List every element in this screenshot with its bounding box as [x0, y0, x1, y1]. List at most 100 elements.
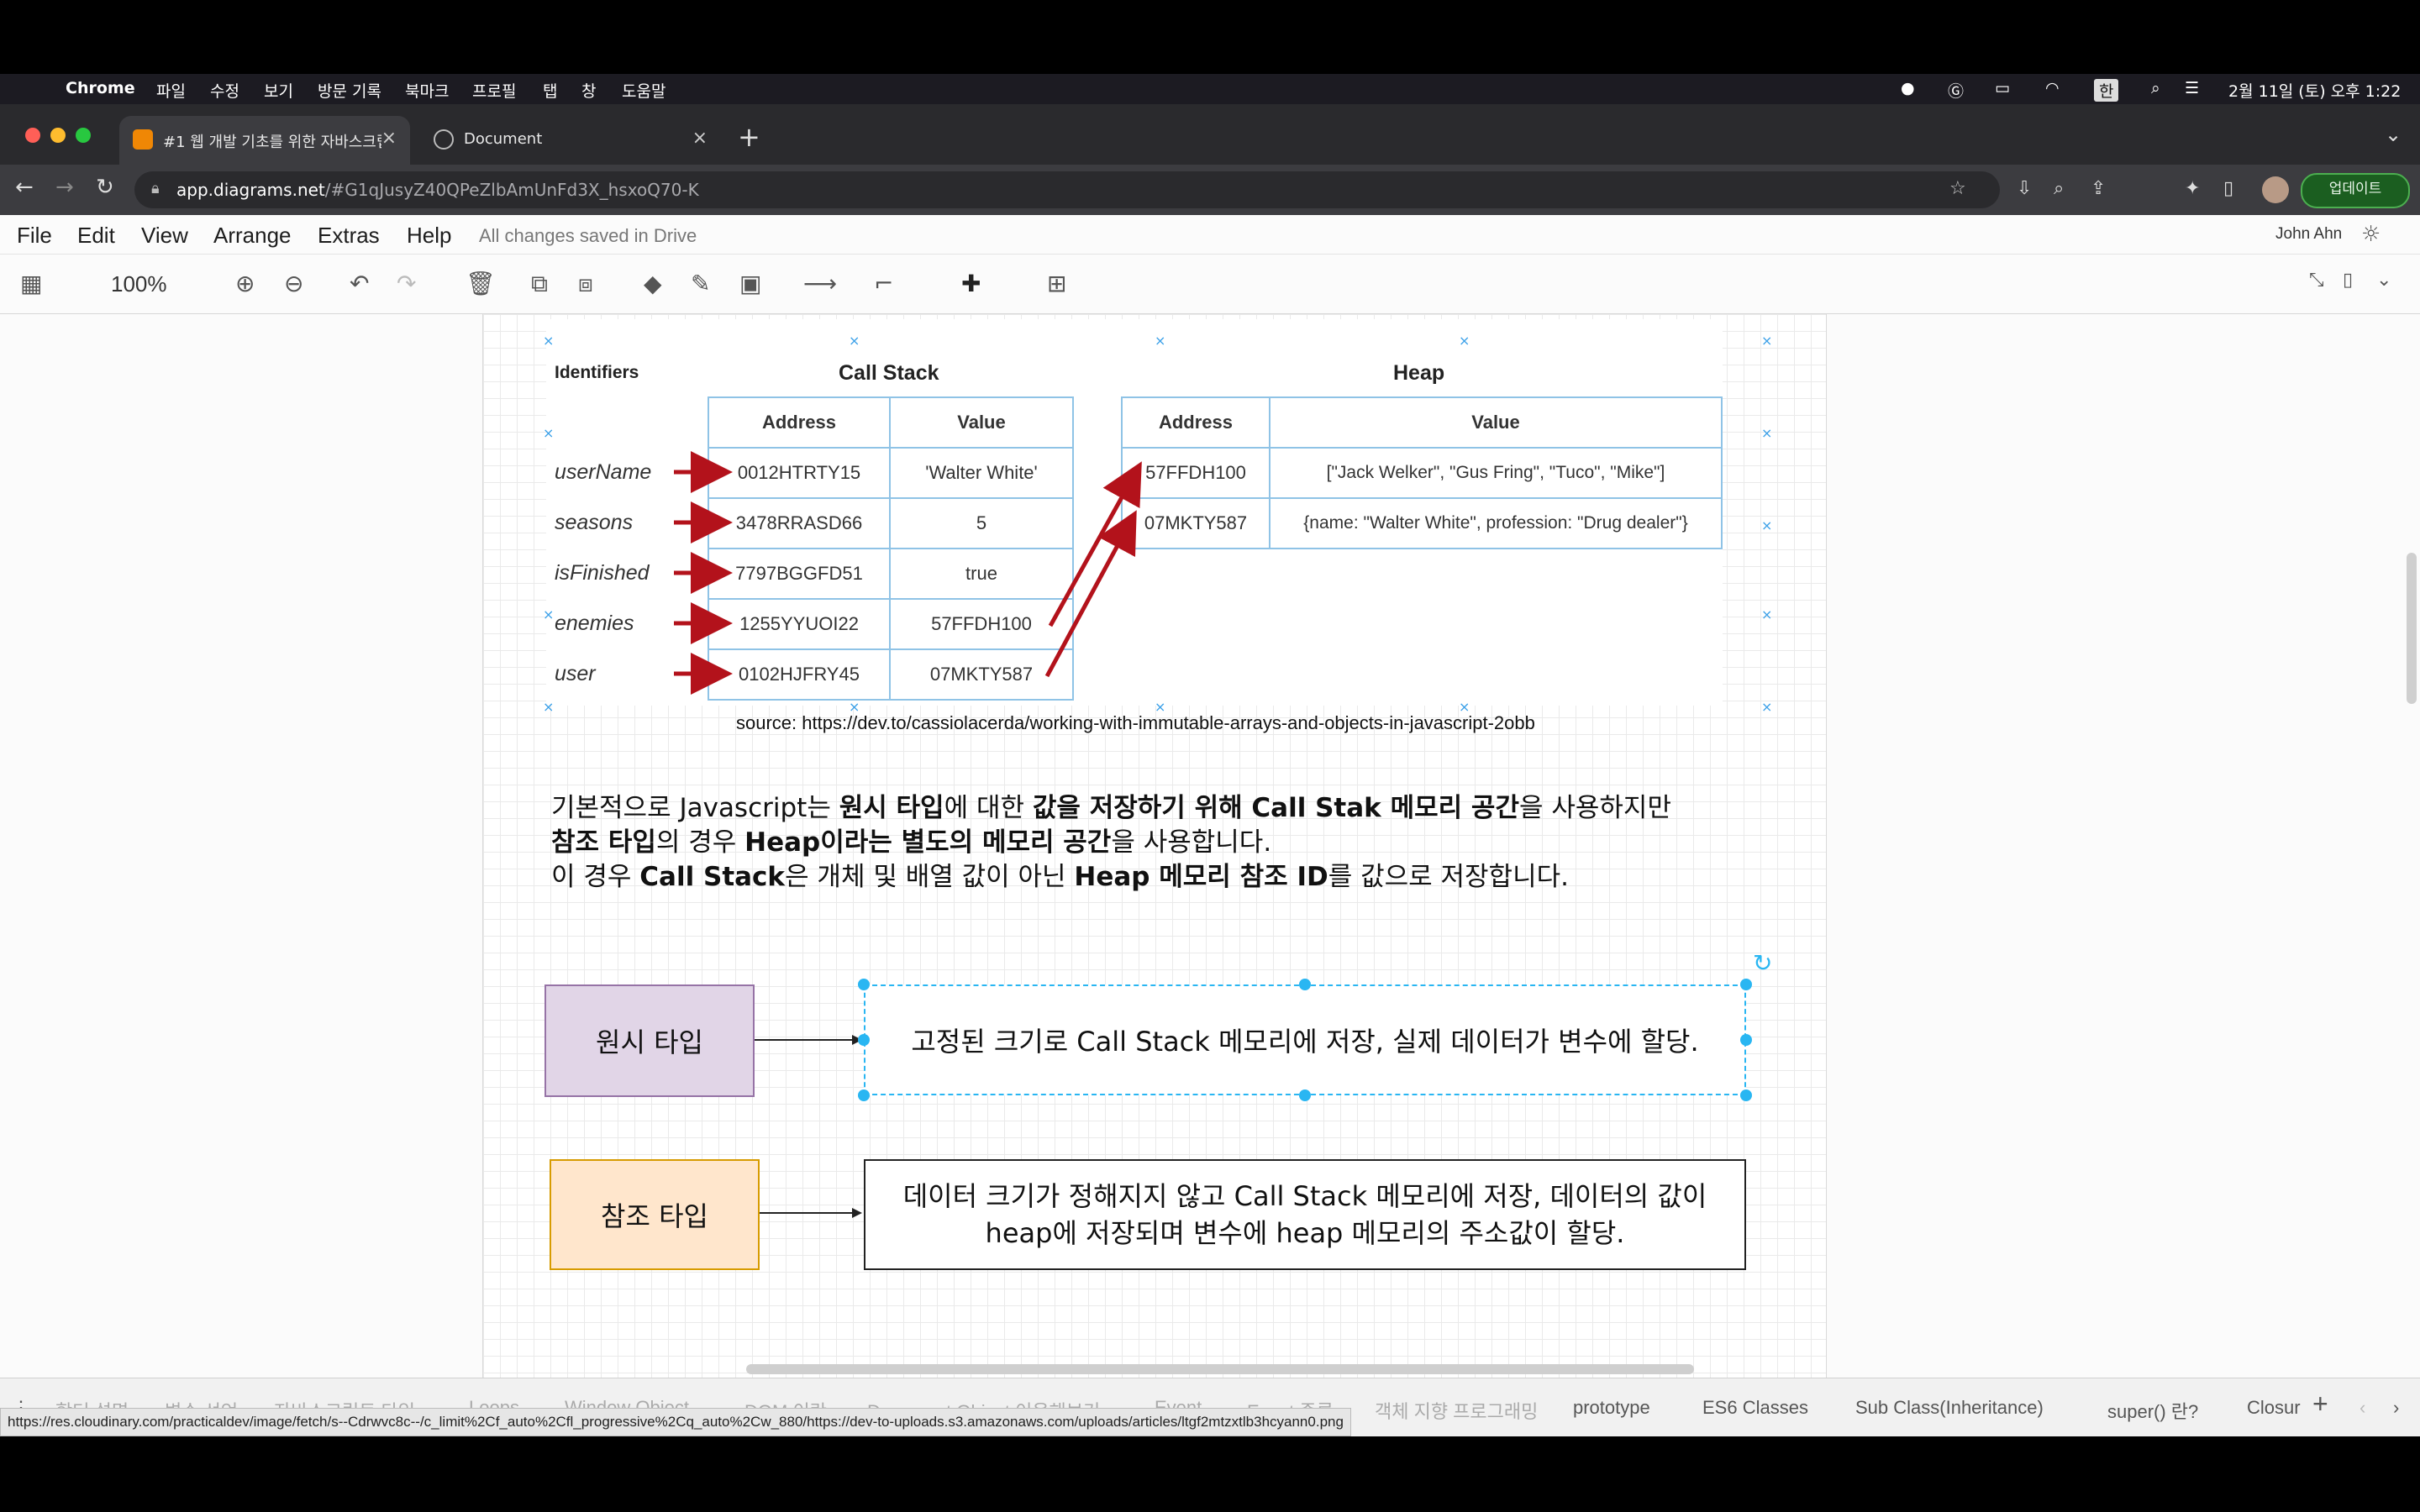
resize-handle[interactable] — [1299, 979, 1311, 990]
connection-icon[interactable]: ⟶ — [803, 270, 837, 297]
horizontal-scrollbar[interactable] — [746, 1364, 1694, 1374]
zoom-level[interactable]: 100% — [111, 271, 167, 297]
fill-color-icon[interactable]: ◆ — [644, 270, 662, 297]
resize-handle[interactable] — [858, 979, 870, 990]
grammarly-icon[interactable]: Ⓖ — [1948, 79, 1964, 102]
user-name[interactable]: John Ahn — [2275, 225, 2342, 244]
menu-file[interactable]: File — [17, 223, 52, 249]
selection-marker[interactable]: × — [1761, 517, 1772, 533]
tab-active[interactable]: #1 웹 개발 기초를 위한 자바스크립트 × — [119, 116, 410, 165]
selection-marker[interactable]: × — [543, 606, 554, 622]
primitive-description-box[interactable]: 고정된 크기로 Call Stack 메모리에 저장, 실제 데이터가 변수에 … — [864, 984, 1746, 1095]
resize-handle[interactable] — [858, 1089, 870, 1101]
menubar-item-history[interactable]: 방문 기록 — [318, 79, 381, 102]
tab-search-chevron-icon[interactable]: ⌄ — [2385, 123, 2402, 146]
reference-connector[interactable] — [760, 1203, 864, 1223]
rotate-handle-icon[interactable]: ↻ — [1753, 949, 1772, 977]
tab-document[interactable]: Document × — [420, 116, 721, 165]
reference-type-box[interactable]: 참조 타입 — [550, 1159, 760, 1270]
table-icon[interactable]: ⊞ — [1047, 270, 1066, 297]
save-status[interactable]: All changes saved in Drive — [479, 225, 697, 247]
menubar-item-profile[interactable]: 프로필 — [472, 79, 516, 102]
new-tab-button[interactable]: + — [738, 121, 760, 153]
resize-handle[interactable] — [1740, 979, 1752, 990]
page-tab[interactable]: Sub Class(Inheritance) — [1855, 1397, 2044, 1419]
spotlight-icon[interactable]: ⌕ — [2151, 79, 2160, 97]
selection-marker[interactable]: × — [543, 333, 554, 349]
menubar-item-window[interactable]: 창 — [581, 79, 596, 102]
zoom-icon[interactable]: ⌕ — [2054, 178, 2064, 199]
selection-marker[interactable]: × — [1761, 606, 1772, 622]
toggle-panel-icon[interactable]: ▯ — [2343, 270, 2353, 291]
call-stack-heap-image[interactable]: Identifiers Call Stack Heap Address Valu… — [546, 319, 1723, 706]
reference-description-box[interactable]: 데이터 크기가 정해지지 않고 Call Stack 메모리에 저장, 데이터의… — [864, 1159, 1746, 1270]
resize-handle[interactable] — [1299, 1089, 1311, 1101]
selection-marker[interactable]: × — [1459, 333, 1470, 349]
menubar-item-tab[interactable]: 탭 — [543, 79, 557, 102]
menubar-app-name[interactable]: Chrome — [66, 79, 135, 97]
selection-marker[interactable]: × — [1761, 425, 1772, 441]
install-app-icon[interactable]: ⇩ — [2017, 178, 2032, 199]
page-tab[interactable]: 객체 지향 프로그래밍 — [1375, 1397, 1538, 1424]
lock-icon[interactable]: 🔒︎ — [151, 180, 160, 197]
menubar-item-file[interactable]: 파일 — [156, 79, 186, 102]
delete-icon[interactable]: 🗑︎ — [466, 270, 496, 297]
window-minimize-button[interactable] — [50, 128, 66, 143]
theme-icon[interactable]: ☼ — [2361, 222, 2381, 247]
insert-icon[interactable]: ✚ — [961, 270, 981, 297]
zoom-in-icon[interactable]: ⊕ — [235, 270, 255, 297]
redo-icon[interactable]: ↷ — [397, 270, 416, 297]
add-page-button[interactable]: + — [2312, 1389, 2328, 1420]
window-zoom-button[interactable] — [76, 128, 91, 143]
resize-handle[interactable] — [1740, 1034, 1752, 1046]
page-tab[interactable]: ES6 Classes — [1702, 1397, 1808, 1419]
menu-edit[interactable]: Edit — [77, 223, 115, 249]
undo-icon[interactable]: ↶ — [350, 270, 369, 297]
reload-icon[interactable]: ↻ — [96, 175, 114, 200]
page-tab[interactable]: prototype — [1573, 1397, 1650, 1419]
primitive-type-box[interactable]: 원시 타입 — [544, 984, 755, 1097]
resize-handle[interactable] — [1740, 1089, 1752, 1101]
selection-marker[interactable]: × — [1155, 333, 1165, 349]
selection-marker[interactable]: × — [543, 425, 554, 441]
battery-icon[interactable]: ▭ — [1995, 79, 2010, 97]
chevron-right-icon[interactable]: › — [2393, 1397, 2399, 1419]
forward-icon[interactable]: → — [55, 175, 74, 200]
menu-view[interactable]: View — [141, 223, 188, 249]
menubar-item-help[interactable]: 도움말 — [622, 79, 666, 102]
menu-help[interactable]: Help — [407, 223, 451, 249]
fullscreen-icon[interactable]: ⤡ — [2309, 270, 2324, 291]
page-tab[interactable]: super() 란? — [2107, 1397, 2198, 1424]
menubar-item-edit[interactable]: 수정 — [210, 79, 239, 102]
share-icon[interactable]: ⇪ — [2091, 178, 2106, 199]
chevron-left-icon[interactable]: ‹ — [2360, 1397, 2365, 1419]
side-panel-icon[interactable]: ▯ — [2223, 178, 2233, 199]
record-icon[interactable]: ● — [1901, 79, 1915, 97]
selection-marker[interactable]: × — [1761, 333, 1772, 349]
profile-avatar[interactable] — [2262, 176, 2289, 203]
url-bar[interactable]: 🔒︎ app.diagrams.net/#G1qJusyZ40QPeZlbAmU… — [134, 171, 2000, 208]
menu-extras[interactable]: Extras — [318, 223, 380, 249]
line-color-icon[interactable]: ✎ — [691, 270, 710, 297]
selection-marker[interactable]: × — [543, 699, 554, 715]
resize-handle[interactable] — [858, 1034, 870, 1046]
control-center-icon[interactable]: ☰ — [2185, 79, 2199, 97]
input-method-indicator[interactable]: 한 — [2094, 79, 2119, 102]
window-close-button[interactable] — [25, 128, 40, 143]
zoom-out-icon[interactable]: ⊖ — [284, 270, 303, 297]
update-button[interactable]: 업데이트 — [2301, 173, 2410, 208]
menubar-item-view[interactable]: 보기 — [264, 79, 293, 102]
vertical-scrollbar[interactable] — [2407, 553, 2417, 704]
to-front-icon[interactable]: ⧉ — [531, 270, 548, 298]
collapse-icon[interactable]: ⌄ — [2376, 270, 2391, 291]
to-back-icon[interactable]: ⧈ — [578, 270, 593, 298]
menu-arrange[interactable]: Arrange — [213, 223, 292, 249]
tab-close-icon[interactable]: × — [381, 128, 397, 149]
url-text[interactable]: app.diagrams.net/#G1qJusyZ40QPeZlbAmUnFd… — [176, 180, 699, 200]
wifi-icon[interactable]: ◠ — [2045, 79, 2060, 97]
extensions-icon[interactable]: ✦ — [2185, 178, 2200, 199]
shadow-icon[interactable]: ▣ — [739, 270, 761, 297]
menubar-item-bookmarks[interactable]: 북마크 — [405, 79, 449, 102]
source-caption[interactable]: source: https://dev.to/cassiolacerda/wor… — [736, 712, 1535, 734]
waypoints-icon[interactable]: ⌐ — [874, 270, 893, 297]
